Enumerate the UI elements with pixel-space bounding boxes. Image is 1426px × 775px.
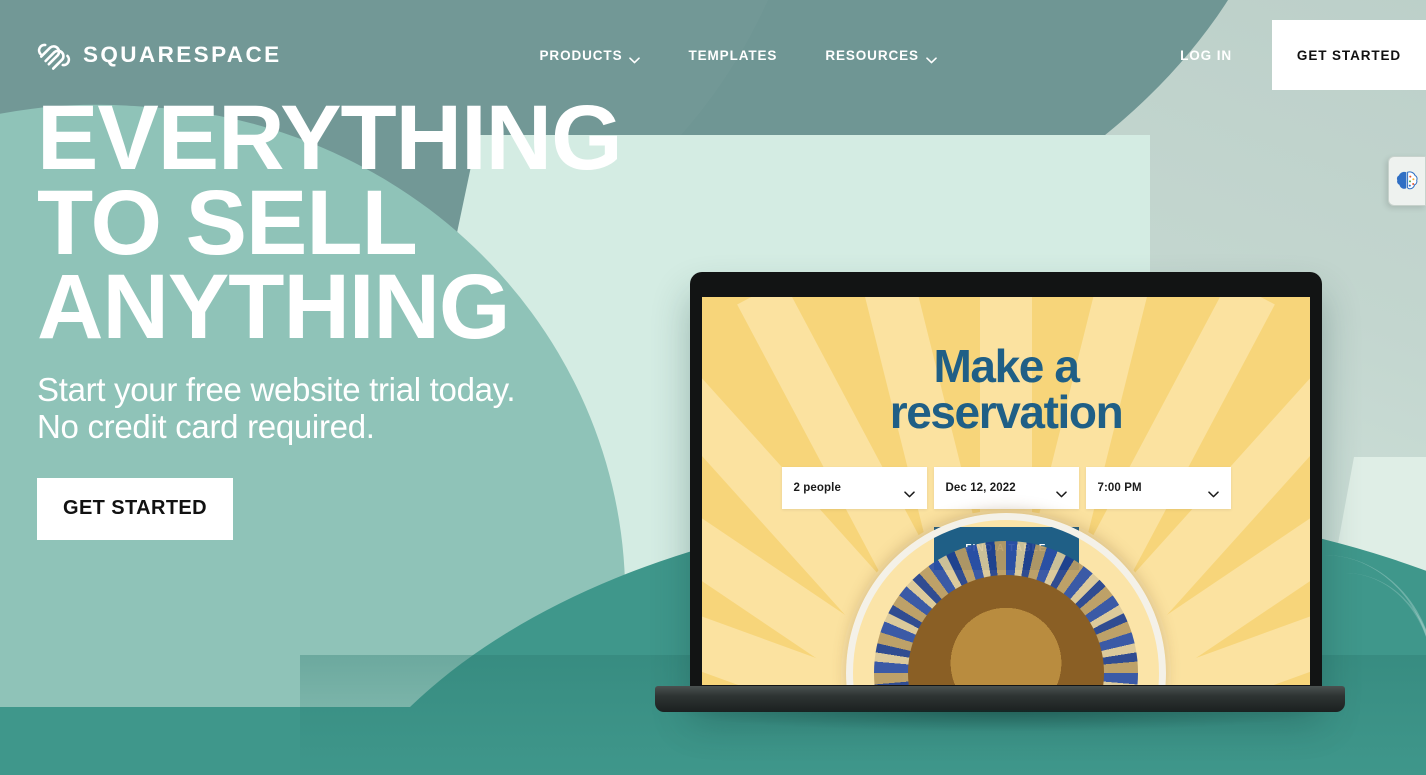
hero-headline-line-3: ANYTHING: [37, 256, 510, 359]
site-header: SQUARESPACE PRODUCTS TEMPLATES RESOURCES…: [0, 0, 1426, 110]
laptop-screen: Make a reservation 2 people Dec 12, 2022: [702, 297, 1310, 685]
reservation-title-line-1: Make a: [933, 340, 1079, 392]
hero-subheadline: Start your free website trial today. No …: [37, 370, 622, 446]
reservation-title-line-2: reservation: [889, 386, 1124, 438]
get-started-button-header[interactable]: GET STARTED: [1272, 20, 1426, 90]
laptop-shadow: [665, 710, 1335, 732]
chevron-down-icon: [629, 52, 641, 63]
chevron-down-icon: [926, 52, 937, 63]
laptop-base: [655, 686, 1345, 712]
time-select[interactable]: 7:00 PM: [1085, 467, 1231, 509]
squarespace-logo-icon: [37, 39, 71, 71]
brand-logo[interactable]: SQUARESPACE: [37, 39, 282, 71]
party-size-value: 2 people: [793, 482, 841, 494]
brain-widget-button[interactable]: [1388, 156, 1426, 206]
hero-section: EVERYTHING TO SELL ANYTHING Start your f…: [37, 92, 623, 540]
chevron-down-icon: [1207, 485, 1219, 497]
brand-name: SQUARESPACE: [83, 42, 282, 67]
nav-item-resources[interactable]: RESOURCES: [825, 48, 937, 63]
chevron-down-icon: [1055, 485, 1067, 497]
nav-item-templates[interactable]: TEMPLATES: [688, 48, 777, 63]
nav-item-label: RESOURCES: [825, 47, 919, 63]
nav-item-label: PRODUCTS: [539, 47, 623, 63]
laptop-mockup: Make a reservation 2 people Dec 12, 2022: [655, 272, 1345, 732]
hero-subheadline-line-2: No credit card required.: [37, 407, 375, 445]
date-select[interactable]: Dec 12, 2022: [933, 467, 1079, 509]
header-actions: LOG IN GET STARTED: [1180, 20, 1426, 90]
hero-headline: EVERYTHING TO SELL ANYTHING: [37, 92, 623, 359]
hero-subheadline-line-1: Start your free website trial today.: [37, 370, 516, 408]
main-nav: PRODUCTS TEMPLATES RESOURCES: [540, 48, 937, 63]
chevron-down-icon: [903, 485, 915, 497]
date-value: Dec 12, 2022: [945, 482, 1016, 494]
brain-icon: [1394, 168, 1420, 194]
login-link[interactable]: LOG IN: [1180, 48, 1232, 63]
hero-headline-line-2: TO SELL: [37, 171, 418, 274]
time-value: 7:00 PM: [1097, 482, 1142, 494]
party-size-select[interactable]: 2 people: [781, 467, 927, 509]
reservation-title: Make a reservation: [889, 340, 1124, 438]
get-started-button-hero[interactable]: GET STARTED: [37, 477, 233, 540]
page-root: SQUARESPACE PRODUCTS TEMPLATES RESOURCES…: [0, 0, 1426, 775]
nav-item-products[interactable]: PRODUCTS: [540, 48, 641, 63]
nav-item-label: TEMPLATES: [688, 47, 778, 63]
reservation-form: 2 people Dec 12, 2022 7:00 PM: [781, 467, 1231, 509]
